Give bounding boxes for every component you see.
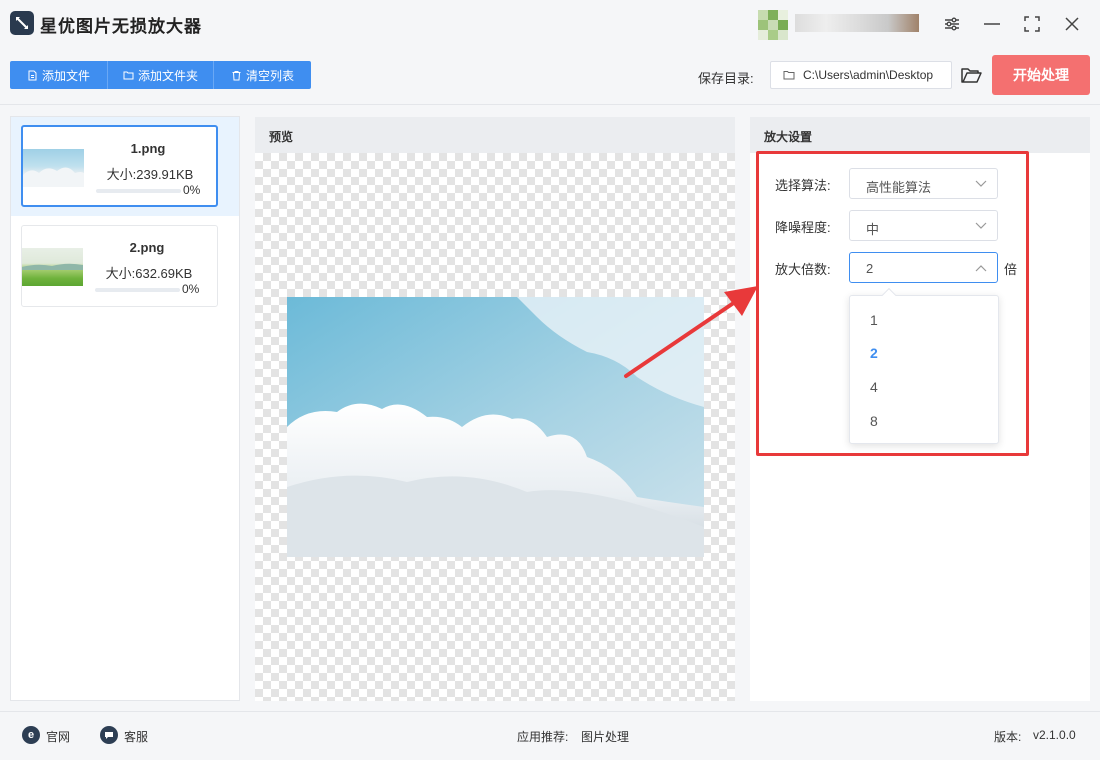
save-dir-label: 保存目录: bbox=[698, 71, 754, 86]
settings-sliders-icon[interactable] bbox=[938, 10, 966, 38]
divider bbox=[0, 711, 1100, 712]
website-link[interactable]: 官网 bbox=[46, 728, 70, 745]
folder-icon bbox=[123, 71, 134, 79]
browse-folder-icon[interactable] bbox=[960, 65, 982, 85]
file-size: 大小:239.91KB bbox=[106, 167, 194, 182]
recommend-label: 应用推荐: bbox=[517, 730, 569, 744]
start-process-button[interactable]: 开始处理 bbox=[992, 55, 1090, 95]
algorithm-value: 高性能算法 bbox=[866, 180, 932, 195]
save-dir-value: C:\Users\admin\Desktop bbox=[803, 68, 934, 82]
clear-list-button[interactable]: 清空列表 bbox=[214, 61, 311, 89]
save-dir-field[interactable]: C:\Users\admin\Desktop bbox=[770, 61, 952, 89]
file-size: 大小:632.69KB bbox=[105, 266, 193, 281]
file-thumbnail bbox=[23, 149, 84, 187]
file-list: 1.png 大小:239.91KB 0% 2.png 大小:632.69KB 0… bbox=[10, 116, 240, 701]
user-name-blurred bbox=[795, 14, 919, 32]
maximize-icon[interactable] bbox=[1018, 10, 1046, 38]
file-name: 1.png bbox=[130, 141, 166, 156]
scale-select[interactable]: 2 bbox=[849, 252, 998, 283]
add-folder-label: 添加文件夹 bbox=[137, 68, 198, 83]
clear-list-label: 清空列表 bbox=[245, 68, 294, 83]
avatar[interactable] bbox=[758, 10, 788, 40]
denoise-select[interactable]: 中 bbox=[849, 210, 998, 241]
algorithm-select[interactable]: 高性能算法 bbox=[849, 168, 998, 199]
app-logo-icon bbox=[10, 11, 34, 35]
file-thumbnail bbox=[22, 248, 83, 286]
folder-icon bbox=[783, 71, 795, 80]
minimize-icon[interactable] bbox=[978, 10, 1006, 38]
progress-bar bbox=[96, 189, 181, 193]
scale-option-selected[interactable]: 2 bbox=[870, 345, 878, 361]
file-icon bbox=[28, 70, 37, 80]
chevron-down-icon bbox=[975, 222, 987, 229]
divider bbox=[0, 104, 1100, 105]
progress-percent: 0% bbox=[183, 183, 201, 197]
file-item[interactable]: 2.png 大小:632.69KB 0% bbox=[21, 225, 218, 307]
chat-icon[interactable] bbox=[100, 726, 118, 744]
file-item[interactable]: 1.png 大小:239.91KB 0% bbox=[21, 125, 218, 207]
scale-label: 放大倍数: bbox=[775, 262, 831, 277]
preview-title: 预览 bbox=[255, 117, 735, 153]
denoise-label: 降噪程度: bbox=[775, 220, 831, 235]
trash-icon bbox=[232, 70, 241, 80]
add-file-label: 添加文件 bbox=[41, 68, 90, 83]
website-icon[interactable]: e bbox=[22, 726, 40, 744]
close-icon[interactable] bbox=[1058, 10, 1086, 38]
scale-option[interactable]: 1 bbox=[870, 312, 878, 328]
progress-percent: 0% bbox=[182, 282, 200, 296]
version-value: v2.1.0.0 bbox=[1033, 728, 1076, 742]
denoise-value: 中 bbox=[866, 222, 880, 237]
scale-dropdown: 1 2 4 8 bbox=[849, 295, 999, 444]
file-toolbar: 添加文件 添加文件夹 清空列表 bbox=[10, 61, 311, 89]
scale-value: 2 bbox=[866, 261, 874, 276]
scale-option[interactable]: 8 bbox=[870, 413, 878, 429]
recommend-link[interactable]: 图片处理 bbox=[581, 728, 629, 745]
add-folder-button[interactable]: 添加文件夹 bbox=[108, 61, 214, 89]
app-title: 星优图片无损放大器 bbox=[40, 17, 202, 36]
support-link[interactable]: 客服 bbox=[124, 728, 148, 745]
settings-title: 放大设置 bbox=[750, 117, 1090, 153]
chevron-down-icon bbox=[975, 180, 987, 187]
chevron-up-icon bbox=[975, 265, 987, 272]
algorithm-label: 选择算法: bbox=[775, 178, 831, 193]
file-name: 2.png bbox=[129, 240, 165, 255]
annotation-arrow bbox=[624, 286, 758, 378]
scale-option[interactable]: 4 bbox=[870, 379, 878, 395]
version-label: 版本: bbox=[994, 730, 1022, 744]
scale-unit: 倍 bbox=[1004, 262, 1018, 277]
add-file-button[interactable]: 添加文件 bbox=[10, 61, 108, 89]
progress-bar bbox=[95, 288, 180, 292]
